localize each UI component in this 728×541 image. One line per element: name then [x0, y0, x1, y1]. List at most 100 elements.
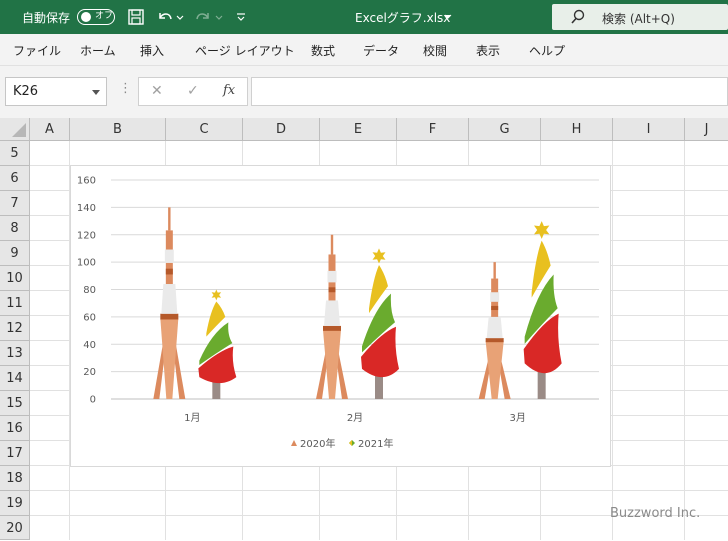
formula-buttons: ✕ ✓ fx — [138, 77, 248, 106]
customize-toolbar-icon[interactable] — [234, 8, 248, 26]
x-tick-label: 1月 — [184, 412, 200, 424]
bar-chart: 0 20 40 60 80 100 120 140 160 1月 2月 3月 2020年 2021年 — [77, 176, 599, 450]
chart-area[interactable]: 0 20 40 60 80 100 120 140 160 1月 2月 3月 2020年 2021年 — [70, 165, 611, 467]
undo-icon[interactable] — [156, 8, 174, 26]
row-header-5[interactable]: 5 — [0, 141, 30, 166]
autosave-state: オフ — [95, 11, 114, 21]
column-header-g[interactable]: G — [469, 118, 541, 141]
row-header-13[interactable]: 13 — [0, 341, 30, 366]
column-header-d[interactable]: D — [243, 118, 320, 141]
more-options-icon[interactable]: ⋮ — [119, 81, 132, 96]
tree-trunk — [537, 370, 546, 399]
column-header-c[interactable]: C — [166, 118, 243, 141]
search-box[interactable]: 検索 (Alt+Q) — [552, 4, 728, 30]
bar-2021-2 — [361, 248, 399, 399]
column-header-i[interactable]: I — [613, 118, 685, 141]
search-icon — [571, 9, 585, 24]
bar-2021-3 — [523, 221, 562, 399]
tower-stripe — [491, 305, 499, 311]
name-box-value: K26 — [13, 84, 39, 99]
tower-platform — [160, 313, 179, 320]
tab-view[interactable]: 表示 — [476, 42, 500, 59]
document-title[interactable]: Excelグラフ.xlsx — [355, 9, 450, 26]
y-tick-label: 0 — [90, 395, 96, 406]
tab-home[interactable]: ホーム — [80, 42, 116, 59]
tab-insert[interactable]: 挿入 — [140, 42, 164, 59]
autosave-label: 自動保存 — [22, 11, 71, 25]
ribbon-tabs: ファイル ホーム 挿入 ページ レイアウト 数式 データ 校閲 表示 ヘルプ — [0, 34, 728, 66]
column-header-a[interactable]: A — [30, 118, 70, 141]
tower-platform — [323, 325, 341, 331]
tower-section — [161, 284, 178, 314]
undo-dropdown-icon[interactable] — [175, 8, 185, 26]
column-header-h[interactable]: H — [541, 118, 613, 141]
tower-observatory — [490, 292, 500, 302]
row-header-8[interactable]: 8 — [0, 216, 30, 241]
row-header-11[interactable]: 11 — [0, 291, 30, 316]
tab-review[interactable]: 校閲 — [423, 42, 447, 59]
tab-help[interactable]: ヘルプ — [529, 42, 565, 59]
tree-star — [211, 289, 222, 301]
row-header-18[interactable]: 18 — [0, 466, 30, 491]
select-all-button[interactable] — [0, 118, 30, 141]
row-header-7[interactable]: 7 — [0, 191, 30, 216]
tab-formulas[interactable]: 数式 — [311, 42, 335, 59]
y-tick-label: 140 — [77, 203, 96, 214]
row-header-9[interactable]: 9 — [0, 241, 30, 266]
row-header-10[interactable]: 10 — [0, 266, 30, 291]
row-header-16[interactable]: 16 — [0, 416, 30, 441]
watermark: Buzzword Inc. — [610, 506, 701, 521]
x-tick-label: 3月 — [509, 412, 525, 424]
tower-stripe — [328, 287, 336, 293]
column-header-f[interactable]: F — [397, 118, 469, 141]
insert-function-icon[interactable]: fx — [223, 83, 235, 98]
row-header-17[interactable]: 17 — [0, 441, 30, 466]
y-tick-label: 40 — [83, 340, 96, 351]
column-header-b[interactable]: B — [70, 118, 166, 141]
redo-icon — [196, 13, 209, 20]
legend-tower-icon — [291, 440, 297, 446]
tab-page-layout[interactable]: ページ レイアウト — [195, 42, 295, 59]
autosave-toggle[interactable]: オフ — [77, 9, 115, 25]
row-header-12[interactable]: 12 — [0, 316, 30, 341]
tower-antenna — [330, 234, 334, 255]
tower-stripe — [165, 268, 173, 275]
row-header-14[interactable]: 14 — [0, 366, 30, 391]
tower-observatory — [164, 249, 174, 263]
bar-2020-1 — [153, 207, 186, 399]
toggle-knob — [81, 12, 91, 22]
y-tick-label: 160 — [77, 176, 96, 187]
legend-label: 2020年 — [300, 437, 335, 450]
row-header-20[interactable]: 20 — [0, 516, 30, 540]
y-tick-label: 100 — [77, 258, 96, 269]
legend-item-2021: 2021年 — [349, 437, 393, 450]
row-header-6[interactable]: 6 — [0, 166, 30, 191]
bar-2020-3 — [478, 262, 511, 399]
title-dropdown-icon[interactable] — [443, 12, 453, 22]
row-header-15[interactable]: 15 — [0, 391, 30, 416]
column-header-j[interactable]: J — [685, 118, 728, 141]
cancel-icon[interactable]: ✕ — [151, 83, 163, 99]
row-gridline — [30, 490, 728, 491]
tree-star — [372, 248, 386, 264]
tower-antenna — [168, 207, 171, 231]
tab-data[interactable]: データ — [363, 42, 399, 59]
search-label: 検索 (Alt+Q) — [602, 12, 675, 26]
legend-label: 2021年 — [358, 437, 393, 450]
name-box-dropdown-icon[interactable] — [92, 90, 100, 95]
redo-dropdown-icon — [215, 15, 223, 20]
tower-section — [486, 316, 503, 339]
y-tick-label: 20 — [83, 367, 96, 378]
save-icon[interactable] — [127, 8, 145, 26]
row-header-19[interactable]: 19 — [0, 491, 30, 516]
x-tick-label: 2月 — [347, 412, 363, 424]
y-tick-label: 120 — [77, 230, 96, 241]
name-box[interactable]: K26 — [5, 77, 107, 106]
formula-bar: K26 ⋮ ✕ ✓ fx — [0, 66, 728, 118]
legend-tree-icon-half — [349, 440, 352, 446]
column-header-e[interactable]: E — [320, 118, 397, 141]
tab-file[interactable]: ファイル — [13, 42, 61, 59]
formula-input[interactable] — [251, 77, 728, 106]
enter-icon[interactable]: ✓ — [187, 83, 199, 99]
title-bar: 自動保存 オフ Excelグラフ.xlsx 検索 (Alt+Q) — [0, 0, 728, 34]
